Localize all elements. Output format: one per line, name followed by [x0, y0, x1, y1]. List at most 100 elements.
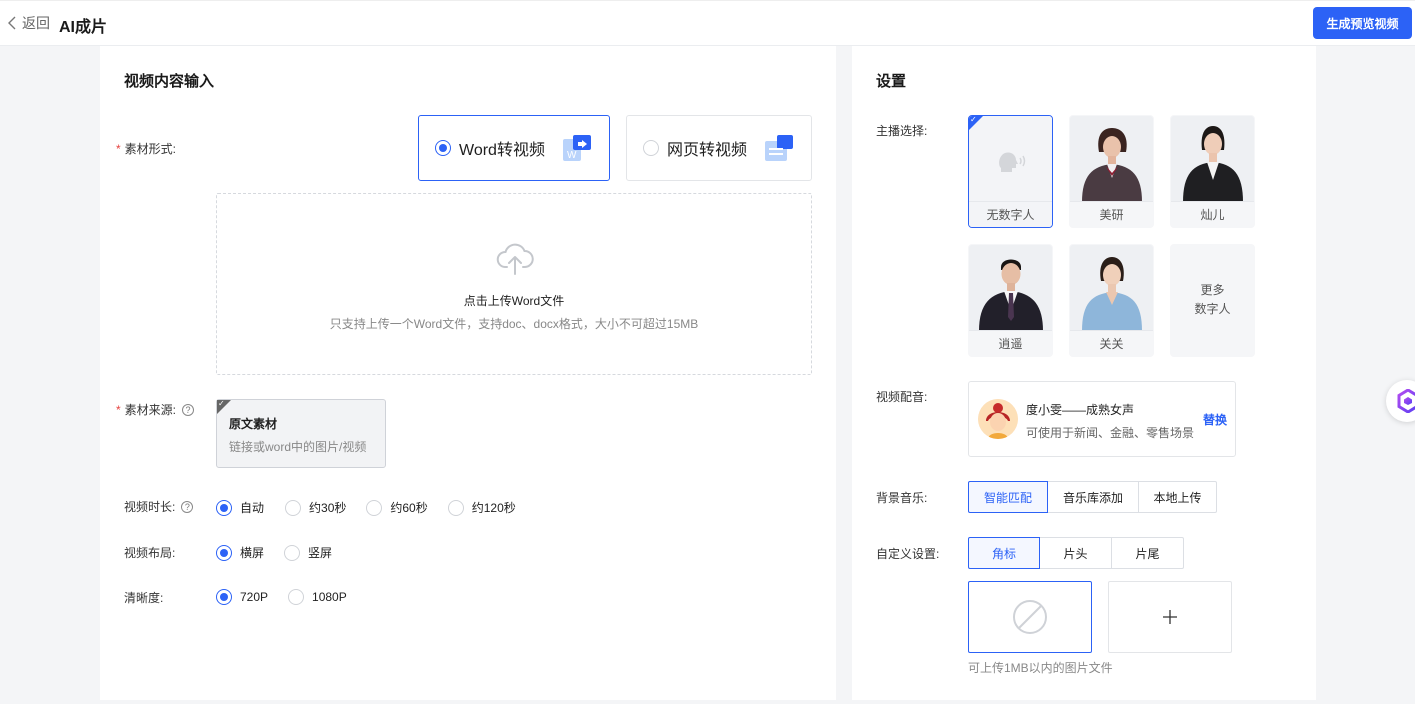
tab-intro[interactable]: 片头 [1039, 537, 1112, 569]
custom-settings-tabs: 角标 片头 片尾 [968, 537, 1184, 569]
label-text: 素材来源: [124, 403, 177, 417]
back-label: 返回 [22, 15, 50, 31]
bgm-option-library[interactable]: 音乐库添加 [1047, 481, 1139, 513]
source-desc: 链接或word中的图片/视频 [229, 440, 367, 454]
word-upload-area[interactable]: 点击上传Word文件 只支持上传一个Word文件，支持doc、docx格式，大小… [216, 193, 812, 375]
original-material-card[interactable]: ✓ 原文素材 链接或word中的图片/视频 [216, 399, 386, 468]
anchor-image [1070, 245, 1153, 331]
female-anchor-portrait [1082, 128, 1142, 202]
resolution-option-720p[interactable]: 720P [216, 589, 268, 605]
option-label: 约30秒 [309, 501, 347, 515]
plus-icon [1163, 610, 1177, 624]
anchor-option-caner[interactable]: 灿儿 [1170, 115, 1255, 228]
duration-option-120s[interactable]: 约120秒 [447, 499, 516, 516]
option-label: 720P [240, 590, 269, 604]
cloud-upload-icon [496, 243, 534, 275]
voice-avatar [978, 399, 1018, 439]
hexagon-logo-icon [1397, 389, 1415, 413]
bgm-option-local[interactable]: 本地上传 [1138, 481, 1217, 513]
section-title: 设置 [876, 73, 907, 90]
resolution-label: 清晰度: [124, 591, 164, 605]
duration-option-60s[interactable]: 约60秒 [366, 499, 428, 516]
radio-selected-icon [216, 544, 232, 561]
resolution-options: 720P 1080P [216, 589, 367, 605]
anchor-image [1171, 116, 1254, 202]
voice-name: 度小雯——成熟女声 [1026, 403, 1135, 417]
word-to-video-option[interactable]: Word转视频 W [418, 115, 610, 181]
option-label: 约60秒 [390, 501, 428, 515]
layout-option-landscape[interactable]: 横屏 [216, 544, 264, 561]
radio-selected-icon [435, 140, 451, 156]
help-icon[interactable]: ? [182, 403, 195, 416]
no-corner-mark-option[interactable] [968, 581, 1092, 653]
speaking-head-icon [999, 152, 1026, 172]
option-label: 网页转视频 [667, 142, 748, 159]
anchor-name: 灿儿 [1171, 201, 1254, 227]
chevron-left-icon [8, 16, 16, 30]
label-text: 视频时长: [124, 500, 176, 514]
material-form-label: * 素材形式: [116, 141, 177, 157]
generate-preview-button[interactable]: 生成预览视频 [1313, 7, 1412, 39]
layout-option-portrait[interactable]: 竖屏 [284, 544, 332, 561]
voice-desc: 可使用于新闻、金融、零售场景 [1026, 426, 1195, 440]
more-line: 更多 [1200, 283, 1225, 297]
check-icon: ✓ [218, 399, 225, 408]
radio-unselected-icon [643, 140, 659, 156]
top-bar: 返回 AI成片 生成预览视频 [0, 0, 1415, 46]
radio-selected-icon [216, 589, 232, 605]
option-label: 竖屏 [308, 546, 333, 560]
anchor-option-guanguan[interactable]: 关关 [1069, 244, 1154, 357]
duration-option-auto[interactable]: 自动 [216, 499, 264, 516]
resolution-option-1080p[interactable]: 1080P [288, 589, 347, 605]
source-title: 原文素材 [229, 417, 278, 431]
anchor-label: 主播选择: [876, 124, 928, 138]
check-icon: ✓ [970, 115, 977, 124]
radio-unselected-icon [447, 499, 464, 516]
replace-voice-link[interactable]: 替换 [1203, 411, 1227, 428]
anchor-option-none[interactable]: ✓ 无数字人 [968, 115, 1053, 228]
content-input-panel: 视频内容输入 * 素材形式: Word转视频 W 网页转视频 点击上传Word文件… [100, 46, 836, 700]
custom-settings-label: 自定义设置: [876, 547, 940, 561]
anchor-name: 关关 [1070, 330, 1153, 356]
page-title: AI成片 [59, 19, 108, 36]
tab-corner-mark[interactable]: 角标 [968, 537, 1040, 569]
add-corner-mark-button[interactable] [1108, 581, 1232, 653]
upload-hint: 只支持上传一个Word文件，支持doc、docx格式，大小不可超过15MB [329, 317, 699, 331]
bgm-option-smart[interactable]: 智能匹配 [968, 481, 1048, 513]
bgm-label: 背景音乐: [876, 491, 928, 505]
help-icon[interactable]: ? [181, 500, 194, 513]
duration-option-30s[interactable]: 约30秒 [285, 499, 346, 516]
upload-title: 点击上传Word文件 [463, 294, 565, 308]
anchor-name: 美研 [1070, 201, 1153, 227]
word-doc-icon: W [563, 135, 591, 161]
svg-text:W: W [567, 150, 577, 161]
webpage-to-video-option[interactable]: 网页转视频 [626, 115, 812, 181]
upload-note: 可上传1MB以内的图片文件 [968, 661, 1113, 675]
radio-unselected-icon [366, 499, 383, 516]
male-anchor-portrait [979, 259, 1043, 331]
option-label: Word转视频 [459, 142, 545, 159]
anchor-option-meiyan[interactable]: 美研 [1069, 115, 1154, 228]
more-anchors-button[interactable]: 更多 数字人 [1170, 244, 1255, 357]
anchor-name: 逍遥 [969, 330, 1052, 356]
section-title: 视频内容输入 [124, 73, 215, 90]
voice-avatar-illustration [978, 399, 1018, 439]
material-source-label: * 素材来源: ? [116, 401, 195, 418]
tab-outro[interactable]: 片尾 [1111, 537, 1184, 569]
radio-unselected-icon [288, 589, 305, 605]
anchor-name: 无数字人 [969, 201, 1052, 227]
bgm-segmented: 智能匹配 音乐库添加 本地上传 [968, 481, 1217, 513]
duration-options: 自动 约30秒 约60秒 约120秒 [216, 499, 536, 516]
assistant-float-button[interactable] [1386, 380, 1415, 422]
option-label: 1080P [312, 590, 347, 604]
option-label: 约120秒 [471, 501, 516, 515]
female-anchor-portrait [1183, 126, 1243, 202]
disabled-icon [1013, 600, 1047, 634]
label-text: 素材形式: [124, 142, 177, 156]
layout-options: 横屏 竖屏 [216, 544, 352, 561]
back-button[interactable]: 返回 [8, 13, 50, 33]
voice-label: 视频配音: [876, 390, 928, 404]
anchor-option-xiaoyao[interactable]: 逍遥 [968, 244, 1053, 357]
option-label: 横屏 [240, 546, 265, 560]
voice-card: 度小雯——成熟女声 可使用于新闻、金融、零售场景 替换 [968, 381, 1236, 457]
